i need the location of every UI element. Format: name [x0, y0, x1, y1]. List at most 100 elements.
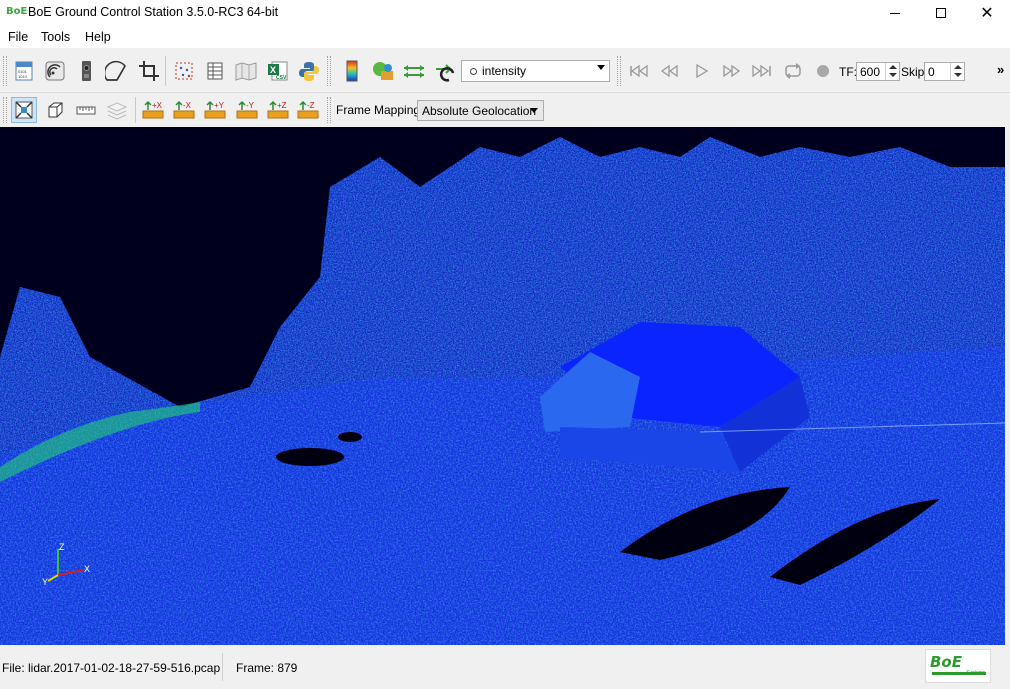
shadow-region: [338, 432, 362, 442]
device-button[interactable]: [73, 58, 99, 84]
status-bar: File: lidar.2017-01-02-18-27-59-516.pcap…: [0, 645, 1010, 689]
color-shapes-icon: [373, 62, 393, 80]
spin-up-icon: [954, 65, 962, 69]
layers-button[interactable]: [104, 97, 130, 123]
cube-view-button[interactable]: [42, 97, 68, 123]
window-title: BoE Ground Control Station 3.5.0-RC3 64-…: [28, 5, 279, 19]
record-button[interactable]: [810, 58, 836, 84]
excel-csv-icon: XCSV: [268, 61, 288, 81]
point-cloud-render[interactable]: [0, 127, 1005, 645]
rotate-arrows-icon: [436, 64, 455, 82]
menu-tools[interactable]: Tools: [41, 30, 70, 44]
title-bar: BoE BoE Ground Control Station 3.5.0-RC3…: [0, 0, 1010, 26]
chevron-down-icon: [597, 65, 605, 70]
frame-mapping-value: Absolute Geolocation: [422, 104, 537, 118]
python-console-button[interactable]: [296, 58, 322, 84]
close-icon: ✕: [980, 3, 994, 22]
spreadsheet-button[interactable]: [202, 58, 228, 84]
first-frame-button[interactable]: [626, 58, 652, 84]
previous-frame-icon: [660, 64, 678, 78]
orientation-axes: Z X Y: [42, 542, 90, 587]
logo-subtitle: Systems: [966, 670, 986, 676]
svg-text:+Y: +Y: [214, 101, 225, 110]
view-axis-icon: +Z: [267, 100, 289, 119]
tf-value: 600: [860, 65, 881, 79]
stream-button[interactable]: [42, 58, 68, 84]
color-by-dropdown[interactable]: intensity: [461, 60, 610, 82]
spin-arrows[interactable]: [885, 63, 899, 80]
svg-text:1010: 1010: [18, 74, 28, 79]
view-plus-x-button[interactable]: +X: [141, 97, 167, 123]
svg-text:X: X: [270, 65, 276, 75]
select-points-button[interactable]: [171, 58, 197, 84]
play-icon: [696, 63, 709, 79]
spin-arrows[interactable]: [950, 63, 964, 80]
view-axis-icon: -Y: [236, 100, 258, 119]
view-minus-x-button[interactable]: -X: [172, 97, 198, 123]
color-by-value: intensity: [482, 64, 527, 78]
ruler-button[interactable]: [73, 97, 99, 123]
frame-mapping-dropdown[interactable]: Absolute Geolocation: [417, 100, 544, 121]
frame-mapping-label: Frame Mapping:: [336, 103, 424, 117]
toolbar-grip[interactable]: [327, 97, 331, 123]
rotate-color-button[interactable]: [432, 58, 458, 84]
layers-icon: [106, 102, 128, 120]
svg-text:-Z: -Z: [307, 101, 315, 110]
toolbar-separator: [165, 56, 166, 86]
axis-x-label: X: [84, 564, 90, 574]
menu-bar: File Tools Help: [0, 26, 1010, 48]
status-file: File: lidar.2017-01-02-18-27-59-516.pcap: [2, 661, 221, 675]
next-frame-icon: [723, 64, 741, 78]
last-frame-button[interactable]: [749, 58, 775, 84]
toolbar-grip[interactable]: [3, 97, 7, 123]
crop-button[interactable]: [136, 58, 162, 84]
maximize-button[interactable]: [918, 0, 964, 26]
play-button[interactable]: [688, 58, 714, 84]
view-axis-icon: +X: [142, 100, 164, 119]
color-shapes-button[interactable]: [370, 58, 396, 84]
reset-view-button[interactable]: [11, 97, 37, 123]
first-frame-icon: [630, 64, 648, 78]
close-button[interactable]: ✕: [964, 0, 1010, 26]
toolbar-overflow-button[interactable]: »: [997, 62, 1004, 77]
menu-file[interactable]: File: [8, 30, 28, 44]
tf-label: TF:: [839, 65, 857, 79]
reset-view-icon: [15, 101, 33, 119]
export-csv-button[interactable]: X CSV: [265, 58, 291, 84]
load-file-icon: 01011010: [15, 61, 33, 81]
svg-text:+Z: +Z: [277, 101, 287, 110]
tf-spinbox[interactable]: 600: [856, 62, 900, 81]
app-icon: BoE: [6, 6, 28, 17]
previous-frame-button[interactable]: [657, 58, 683, 84]
skip-spinbox[interactable]: 0: [924, 62, 965, 81]
range-button[interactable]: [401, 58, 427, 84]
view-plus-z-button[interactable]: +Z: [266, 97, 292, 123]
minimize-button[interactable]: [872, 0, 918, 26]
shadow-region: [276, 448, 344, 466]
toolbar-grip[interactable]: [3, 56, 7, 86]
next-frame-button[interactable]: [718, 58, 744, 84]
svg-text:-Y: -Y: [246, 101, 255, 110]
map-button[interactable]: [233, 58, 259, 84]
last-frame-icon: [752, 64, 771, 78]
protractor-button[interactable]: [104, 58, 130, 84]
view-toolbar: +X -X +Y -Y +Z -Z Frame Mapping: Absolut…: [0, 92, 1010, 126]
toolbar-grip[interactable]: [327, 56, 331, 86]
color-scale-button[interactable]: [339, 58, 365, 84]
maximize-icon: [936, 8, 946, 18]
logo-text: BoE: [930, 653, 962, 671]
point-cloud-viewport[interactable]: Z X Y: [0, 127, 1005, 645]
view-plus-y-button[interactable]: +Y: [203, 97, 229, 123]
load-file-button[interactable]: 0101 1010: [11, 58, 37, 84]
loop-button[interactable]: [780, 58, 806, 84]
map-icon: [235, 62, 257, 81]
menu-help[interactable]: Help: [85, 30, 111, 44]
status-divider: [222, 653, 223, 681]
toolbar-grip[interactable]: [617, 56, 621, 86]
view-minus-z-button[interactable]: -Z: [296, 97, 322, 123]
color-scale-icon: [346, 60, 358, 82]
svg-text:+X: +X: [152, 101, 163, 110]
ruler-icon: [76, 106, 96, 115]
view-minus-y-button[interactable]: -Y: [235, 97, 261, 123]
loop-icon: [785, 63, 801, 79]
